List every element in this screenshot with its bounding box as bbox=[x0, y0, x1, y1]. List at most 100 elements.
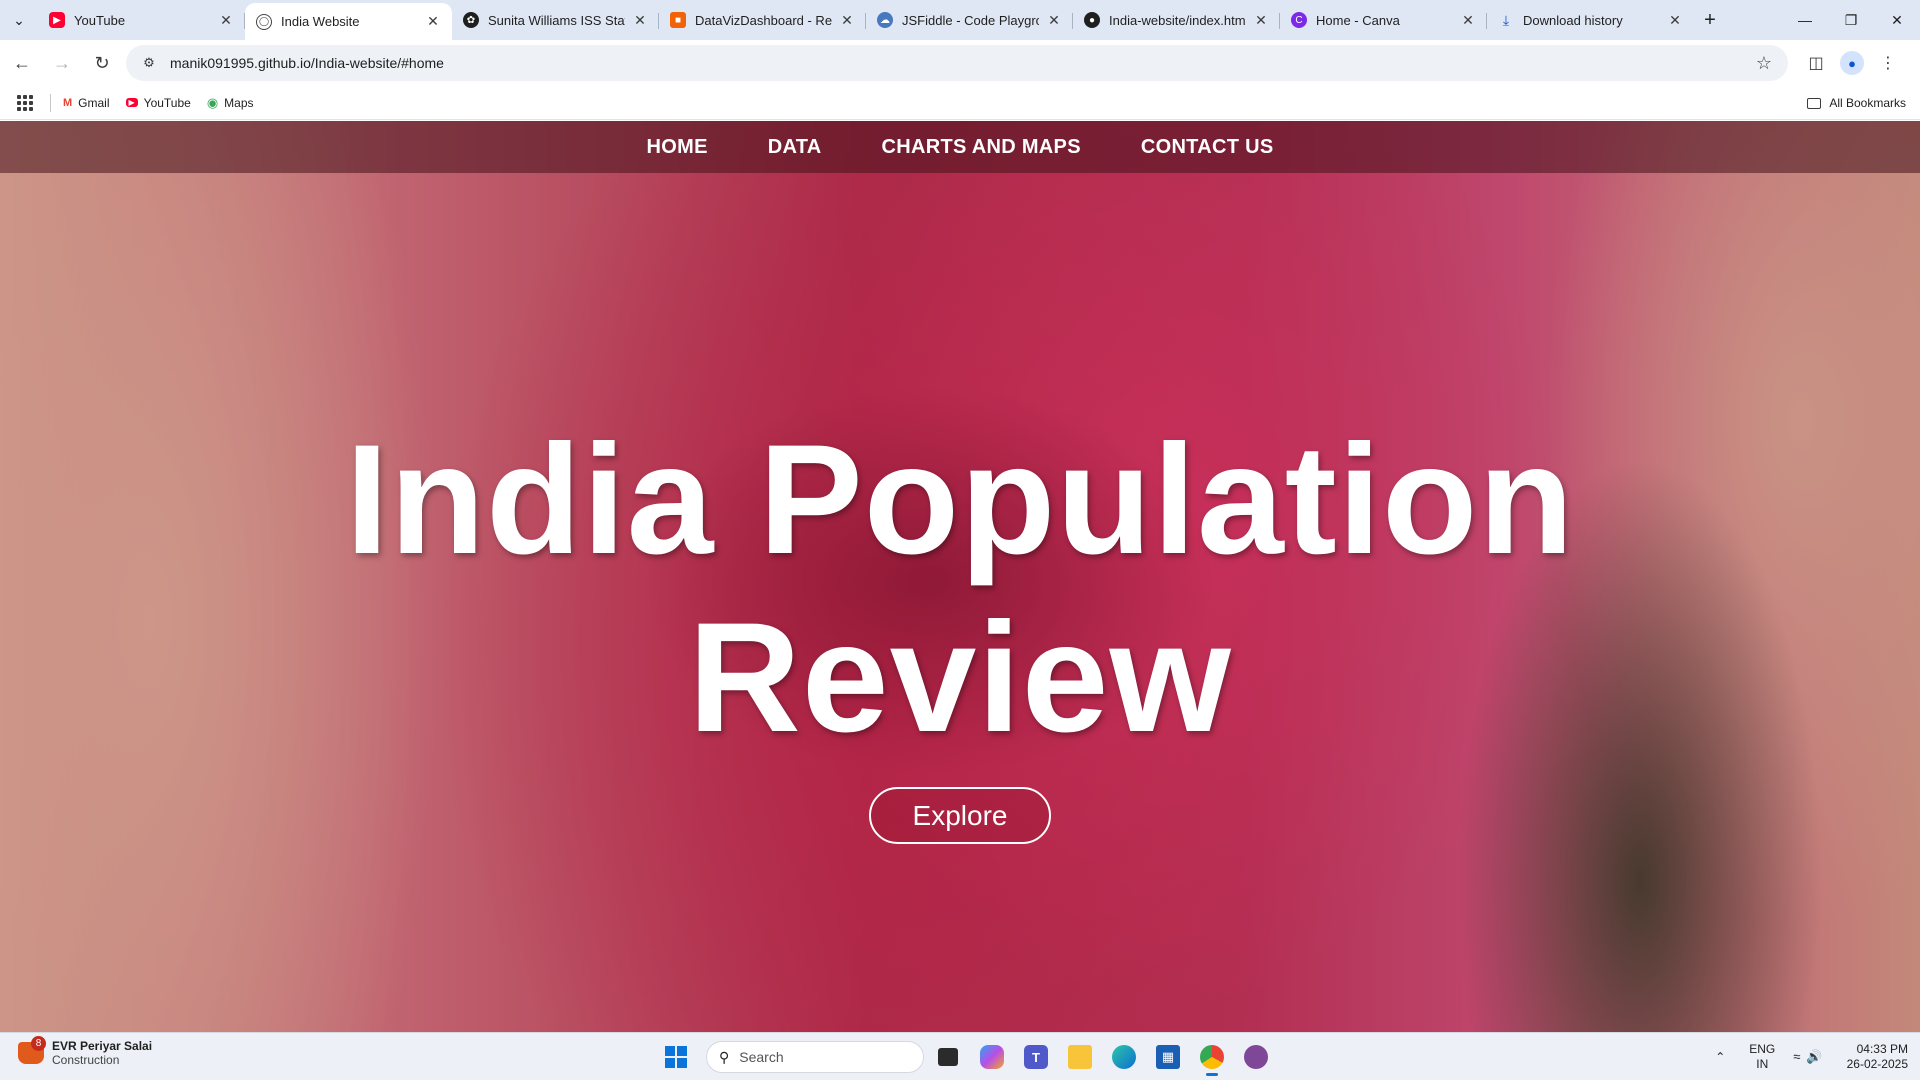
forward-arrow-icon[interactable]: → bbox=[44, 45, 80, 81]
close-icon[interactable]: ✕ bbox=[838, 11, 856, 29]
menu-kebab-icon[interactable]: ⋮ bbox=[1870, 45, 1906, 81]
all-bookmarks[interactable]: All Bookmarks bbox=[1807, 86, 1906, 120]
bookmark-label: Gmail bbox=[78, 95, 110, 110]
weather-widget[interactable]: 8 EVR Periyar Salai Construction bbox=[18, 1036, 153, 1067]
copilot-glyph bbox=[980, 1045, 1004, 1069]
tor-glyph bbox=[1244, 1045, 1268, 1069]
close-icon[interactable]: ✕ bbox=[1459, 11, 1477, 29]
bookmark-maps[interactable]: ◉ Maps bbox=[207, 95, 254, 111]
tab-dataviz-dashboard[interactable]: ■ DataVizDashboard - Repl ✕ bbox=[659, 3, 866, 37]
close-icon[interactable]: ✕ bbox=[1666, 11, 1684, 29]
restore-icon[interactable]: ❐ bbox=[1828, 0, 1874, 40]
explore-button[interactable]: Explore bbox=[869, 787, 1051, 844]
extensions-puzzle-icon[interactable]: ◫ bbox=[1798, 45, 1834, 81]
nav-charts-and-maps[interactable]: CHARTS AND MAPS bbox=[882, 136, 1081, 159]
site-info-icon[interactable]: ⚙ bbox=[138, 52, 160, 74]
tab-sunita-williams[interactable]: ✿ Sunita Williams ISS Stay ✕ bbox=[452, 3, 659, 37]
tab-title: DataVizDashboard - Repl bbox=[695, 12, 832, 28]
nav-contact-us[interactable]: CONTACT US bbox=[1141, 136, 1274, 159]
tab-jsfiddle[interactable]: ☁ JSFiddle - Code Playgrou ✕ bbox=[866, 3, 1073, 37]
nav-home[interactable]: HOME bbox=[647, 136, 708, 159]
gmail-icon: M bbox=[63, 96, 73, 109]
windows-start-icon[interactable] bbox=[656, 1037, 696, 1077]
window-controls: — ❐ ✕ bbox=[1782, 0, 1920, 40]
close-icon[interactable]: ✕ bbox=[424, 13, 442, 31]
tab-title: Download history bbox=[1523, 12, 1623, 28]
chevron-up-icon[interactable]: ⌃ bbox=[1715, 1050, 1725, 1064]
tab-download-history[interactable]: ⤓ Download history ✕ bbox=[1487, 3, 1694, 37]
search-placeholder: Search bbox=[739, 1049, 784, 1065]
site-navbar: HOME DATA CHARTS AND MAPS CONTACT US bbox=[0, 121, 1920, 173]
url-text[interactable]: manik091995.github.io/India-website/#hom… bbox=[170, 55, 1750, 71]
globe-icon: ◯ bbox=[256, 13, 272, 30]
close-icon[interactable]: ✕ bbox=[1045, 11, 1063, 29]
tab-github[interactable]: ● India-website/index.html ✕ bbox=[1073, 3, 1280, 37]
tab-list: ▶ YouTube ✕ ◯ India Website ✕ ✿ Sunita W… bbox=[38, 0, 1694, 40]
language-indicator[interactable]: ENG IN bbox=[1749, 1042, 1775, 1072]
back-arrow-icon[interactable]: ← bbox=[4, 45, 40, 81]
teams-icon[interactable]: T bbox=[1016, 1037, 1056, 1077]
tab-canva[interactable]: C Home - Canva ✕ bbox=[1280, 3, 1487, 37]
chrome-glyph bbox=[1200, 1045, 1224, 1069]
folder-glyph bbox=[1068, 1045, 1092, 1069]
clock-date: 26-02-2025 bbox=[1846, 1057, 1908, 1071]
browser-toolbar: ← → ↻ ⚙ manik091995.github.io/India-webs… bbox=[0, 40, 1920, 86]
hero-title: India Population Review bbox=[0, 411, 1920, 767]
clock[interactable]: 04:33 PM 26-02-2025 bbox=[1847, 1042, 1908, 1072]
tab-strip: ⌄ ▶ YouTube ✕ ◯ India Website ✕ ✿ Sunita… bbox=[0, 0, 1920, 40]
toolbar-right: ◫ ● ⋮ bbox=[1798, 45, 1906, 81]
file-explorer-icon[interactable] bbox=[1060, 1037, 1100, 1077]
chatgpt-icon: ✿ bbox=[463, 12, 479, 28]
maps-icon: ◉ bbox=[206, 94, 219, 110]
copilot-icon[interactable] bbox=[972, 1037, 1012, 1077]
bookmark-youtube[interactable]: ▶ YouTube bbox=[125, 96, 191, 110]
apps-grid-icon[interactable] bbox=[12, 90, 38, 116]
minimize-icon[interactable]: — bbox=[1782, 0, 1828, 40]
traffic-alert-icon: 8 bbox=[18, 1036, 46, 1064]
tab-youtube[interactable]: ▶ YouTube ✕ bbox=[38, 3, 245, 37]
weather-subtitle: Construction bbox=[52, 1053, 120, 1067]
windows-taskbar: 8 EVR Periyar Salai Construction ⚲ Searc… bbox=[0, 1032, 1920, 1080]
weather-title: EVR Periyar Salai bbox=[52, 1039, 153, 1053]
taskbar-apps: ⚲ Search T ▦ bbox=[656, 1033, 1276, 1080]
profile-button[interactable]: ● bbox=[1834, 45, 1870, 81]
bookmark-star-icon[interactable]: ☆ bbox=[1750, 49, 1778, 77]
avatar-icon: ● bbox=[1840, 51, 1864, 75]
edge-icon[interactable] bbox=[1104, 1037, 1144, 1077]
edge-glyph bbox=[1112, 1045, 1136, 1069]
clock-time: 04:33 PM bbox=[1856, 1042, 1908, 1056]
replit-icon: ■ bbox=[670, 12, 686, 28]
lang-line2: IN bbox=[1756, 1057, 1769, 1071]
wifi-volume-icons[interactable]: ≈🔊 bbox=[1793, 1049, 1828, 1065]
tab-title: Home - Canva bbox=[1316, 12, 1400, 28]
tab-title: YouTube bbox=[74, 12, 126, 28]
canva-icon: C bbox=[1291, 12, 1307, 28]
close-icon[interactable]: ✕ bbox=[1252, 11, 1270, 29]
close-window-icon[interactable]: ✕ bbox=[1874, 0, 1920, 40]
bookmarks-bar: M Gmail ▶ YouTube ◉ Maps All Bookmarks bbox=[0, 86, 1920, 120]
divider bbox=[50, 93, 51, 112]
lang-line1: ENG bbox=[1749, 1042, 1776, 1056]
store-glyph: ▦ bbox=[1156, 1045, 1180, 1069]
task-view-glyph bbox=[938, 1048, 958, 1066]
task-view-icon[interactable] bbox=[928, 1037, 968, 1077]
bookmark-gmail[interactable]: M Gmail bbox=[63, 96, 110, 110]
chrome-icon[interactable] bbox=[1192, 1037, 1232, 1077]
new-tab-plus-icon[interactable]: + bbox=[1694, 3, 1726, 37]
tab-search-chevron-icon[interactable]: ⌄ bbox=[0, 0, 38, 40]
nav-data[interactable]: DATA bbox=[768, 136, 822, 159]
taskbar-search-box[interactable]: ⚲ Search bbox=[706, 1041, 924, 1073]
tor-browser-icon[interactable] bbox=[1236, 1037, 1276, 1077]
reload-icon[interactable]: ↻ bbox=[84, 45, 120, 81]
teams-glyph: T bbox=[1024, 1045, 1048, 1069]
close-icon[interactable]: ✕ bbox=[217, 11, 235, 29]
search-icon: ⚲ bbox=[719, 1048, 730, 1065]
hero-title-line2: Review bbox=[688, 591, 1232, 765]
notification-badge: 8 bbox=[31, 1036, 46, 1051]
tab-india-website[interactable]: ◯ India Website ✕ bbox=[245, 3, 452, 40]
microsoft-store-icon[interactable]: ▦ bbox=[1148, 1037, 1188, 1077]
address-bar[interactable]: ⚙ manik091995.github.io/India-website/#h… bbox=[126, 45, 1788, 81]
tab-title: India-website/index.html bbox=[1109, 12, 1246, 28]
close-icon[interactable]: ✕ bbox=[631, 11, 649, 29]
youtube-icon: ▶ bbox=[49, 12, 65, 28]
